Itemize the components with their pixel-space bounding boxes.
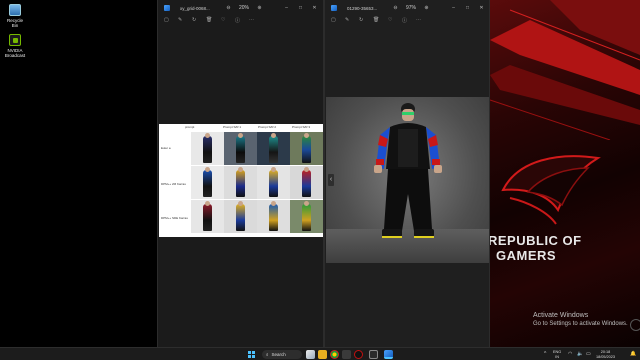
minimize-button[interactable]: – <box>282 5 291 11</box>
taskbar-search[interactable]: ⌕ Search <box>262 350 302 359</box>
terminal-icon[interactable] <box>369 350 378 359</box>
grid-cell-image <box>290 166 323 199</box>
zoom-controls: ⊖ 97% ⊕ <box>391 5 431 11</box>
start-button[interactable] <box>248 351 255 358</box>
zoom-in-icon[interactable]: ⊕ <box>255 5 264 11</box>
side-scroll-button[interactable] <box>630 319 640 331</box>
grid-column-header: prompt <box>185 125 195 129</box>
grid-cell-image <box>191 200 224 233</box>
favorite-icon[interactable]: ♡ <box>388 17 392 23</box>
chrome-icon[interactable] <box>330 350 339 359</box>
nvidia-broadcast-icon <box>9 34 21 46</box>
window-title: xy_grid-0068... <box>180 5 210 11</box>
wallpaper-text-line2: GAMERS <box>496 248 557 263</box>
delete-icon[interactable]: 🗑 <box>373 17 379 23</box>
photos-window-grid: xy_grid-0068... ⊖ 20% ⊕ – □ ✕ ▢ ✎ ↻ 🗑 ♡ … <box>157 0 324 347</box>
grid-row-header: Euler a <box>161 146 171 150</box>
grid-cell-image <box>257 200 290 233</box>
zoom-out-icon[interactable]: ⊖ <box>224 5 233 11</box>
search-icon: ⌕ <box>266 352 269 357</box>
rotate-icon[interactable]: ↻ <box>192 17 196 23</box>
image-toolbar: ▢ ✎ ↻ 🗑 ♡ ⓘ ⋯ <box>325 16 489 26</box>
opera-icon[interactable] <box>354 350 363 359</box>
desktop-icon-label: Recycle Bin <box>6 18 23 28</box>
grid-cell-image <box>191 166 224 199</box>
clock[interactable]: 20:18 18/05/2023 <box>596 350 615 359</box>
wallpaper: REPUBLIC OF GAMERS <box>490 0 640 347</box>
desktop-icon-recycle-bin[interactable]: Recycle Bin <box>4 4 26 28</box>
previous-image-button[interactable]: ‹ <box>328 174 334 186</box>
grid-column-header: Prompt S/R 2 <box>258 125 277 129</box>
rotate-icon[interactable]: ↻ <box>359 17 363 23</box>
activate-subtitle: Go to Settings to activate Windows. <box>533 321 628 327</box>
notifications-icon[interactable]: 🔔 <box>630 351 636 357</box>
generated-character-image <box>326 97 489 263</box>
edit-icon[interactable]: ✎ <box>178 17 182 23</box>
recycle-bin-icon <box>9 4 21 16</box>
desktop-icon-label: NVIDIA Broadcast <box>4 48 26 58</box>
zoom-controls: ⊖ 20% ⊕ <box>224 5 264 11</box>
rog-logo <box>501 155 601 225</box>
edit-icon[interactable]: ✎ <box>345 17 349 23</box>
grid-column-header: Prompt S/R 3 <box>292 125 311 129</box>
info-icon[interactable]: ⓘ <box>235 17 240 24</box>
window-title: 01290-35653... <box>347 5 378 11</box>
photos-app-icon <box>331 5 337 11</box>
xy-grid-image: prompt Prompt S/R 1 Prompt S/R 2 Prompt … <box>159 124 323 237</box>
photos-app-icon <box>164 5 170 11</box>
app-icon[interactable] <box>342 350 351 359</box>
gallery-icon[interactable]: ▢ <box>331 17 336 23</box>
photos-window-single: 01290-35653... ⊖ 97% ⊕ – □ ✕ ▢ ✎ ↻ 🗑 ♡ ⓘ… <box>324 0 490 347</box>
character-figure <box>374 103 442 238</box>
grid-cell-image <box>257 166 290 199</box>
grid-cell-image <box>257 132 290 165</box>
close-button[interactable]: ✕ <box>477 5 486 11</box>
grid-cell-image <box>191 132 224 165</box>
minimize-button[interactable]: – <box>449 5 458 11</box>
titlebar: xy_grid-0068... ⊖ 20% ⊕ – □ ✕ <box>158 0 323 16</box>
battery-icon[interactable]: ▭ <box>586 351 591 357</box>
maximize-button[interactable]: □ <box>296 5 305 11</box>
search-label: Search <box>271 352 286 357</box>
photos-taskbar-icon[interactable] <box>384 350 393 359</box>
favorite-icon[interactable]: ♡ <box>221 17 225 23</box>
maximize-button[interactable]: □ <box>463 5 472 11</box>
wifi-icon[interactable]: ◠ <box>568 351 572 357</box>
more-icon[interactable]: ⋯ <box>416 17 421 23</box>
clock-date: 18/05/2023 <box>596 354 616 359</box>
grid-column-header: Prompt S/R 1 <box>223 125 242 129</box>
more-icon[interactable]: ⋯ <box>249 17 254 23</box>
close-button[interactable]: ✕ <box>310 5 319 11</box>
zoom-level[interactable]: 97% <box>406 5 416 11</box>
tray-overflow-icon[interactable]: ^ <box>544 351 546 357</box>
file-explorer-icon[interactable] <box>318 350 327 359</box>
task-view-icon[interactable] <box>306 350 315 359</box>
volume-icon[interactable]: 🔈 <box>577 351 583 357</box>
region-label: IN <box>555 354 560 359</box>
zoom-level[interactable]: 20% <box>239 5 249 11</box>
language-indicator[interactable]: ENG IN <box>553 350 561 359</box>
image-toolbar: ▢ ✎ ↻ 🗑 ♡ ⓘ ⋯ <box>158 16 323 26</box>
grid-cell-image <box>290 200 323 233</box>
wallpaper-stripes <box>490 0 640 140</box>
grid-cell-image <box>224 200 257 233</box>
titlebar: 01290-35653... ⊖ 97% ⊕ – □ ✕ <box>325 0 489 16</box>
activate-windows-watermark: Activate Windows Go to Settings to activ… <box>533 312 628 328</box>
zoom-in-icon[interactable]: ⊕ <box>422 5 431 11</box>
grid-row-header: DPM++ SDE Karras <box>161 216 188 220</box>
zoom-out-icon[interactable]: ⊖ <box>391 5 400 11</box>
info-icon[interactable]: ⓘ <box>402 17 407 24</box>
activate-title: Activate Windows <box>533 312 589 319</box>
grid-cell-image <box>290 132 323 165</box>
language-label: ENG <box>553 350 562 354</box>
gallery-icon[interactable]: ▢ <box>164 17 169 23</box>
grid-cell-image <box>224 166 257 199</box>
grid-row-header: DPM++ 2M Karras <box>161 182 186 186</box>
grid-cell-image <box>224 132 257 165</box>
taskbar: ⌕ Search ^ ENG IN ◠ 🔈 ▭ 20:18 18/05/2023… <box>0 347 640 360</box>
delete-icon[interactable]: 🗑 <box>206 17 212 23</box>
desktop-icon-nvidia-broadcast[interactable]: NVIDIA Broadcast <box>4 34 26 58</box>
wallpaper-text-line1: REPUBLIC OF <box>490 233 582 248</box>
